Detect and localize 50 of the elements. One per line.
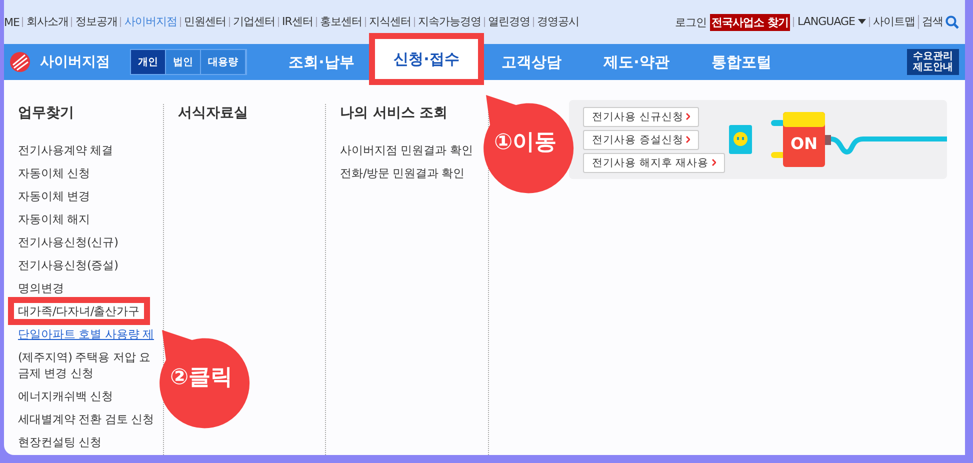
language-dropdown[interactable]: LANGUAGE [793, 17, 866, 27]
nav-tab[interactable]: 신청·접수 [374, 38, 479, 80]
plug-drawing: ON [771, 112, 947, 167]
logo-icon [8, 51, 32, 73]
top-link[interactable]: 사이트맵 [869, 17, 915, 27]
chevron-icon [712, 159, 716, 166]
menu-item[interactable]: 세대별계약 전환 검토 신청 [18, 411, 158, 427]
segment-tab[interactable]: 개인 [131, 50, 166, 74]
menu-item[interactable]: 전기사용신청(증설) [18, 257, 158, 273]
top-link[interactable]: 지속가능경영 [414, 17, 481, 27]
top-link[interactable]: 정보공개 [71, 17, 118, 27]
promo-button[interactable]: 전기사용 증설신청 [583, 130, 700, 150]
menu-item[interactable]: 단일아파트 호별 사용량 제 [18, 326, 158, 342]
menu-item[interactable]: (제주지역) 주택용 저압 요금제 변경 신청 [18, 349, 158, 381]
top-link[interactable]: 회사소개 [22, 17, 68, 27]
menu-item[interactable]: 전기사용신청(신규) [18, 234, 158, 250]
column-title: 나의 서비스 조회 [340, 104, 449, 122]
top-link[interactable]: 지식센터 [364, 17, 411, 27]
menu-item[interactable]: 자동이체 신청 [18, 165, 158, 181]
top-link[interactable]: IR센터 [278, 17, 313, 27]
socket-icon [729, 125, 752, 154]
menu-item[interactable]: 전기사용계약 체결 [18, 142, 158, 158]
segment-tab[interactable]: 법인 [166, 50, 201, 74]
guide-button[interactable]: 수요관리 제도안내 [907, 49, 959, 75]
top-link[interactable]: ME [4, 16, 20, 28]
column-title: 업무찾기 [18, 104, 75, 122]
office-finder-link[interactable]: 전국사업소 찾기 [710, 14, 790, 30]
promo-button[interactable]: 전기사용 신규신청 [583, 106, 700, 126]
promo-button[interactable]: 전기사용 해지후 재사용 [583, 152, 725, 172]
search-link[interactable]: 검색 [922, 17, 943, 27]
menu-item[interactable]: 에너지캐쉬백 신청 [18, 388, 158, 404]
menu-item[interactable]: 현장컨설팅 신청 [18, 434, 158, 450]
top-link[interactable]: 경영공시 [532, 17, 579, 27]
segment-tab[interactable]: 대용량 [201, 50, 246, 74]
chevron-icon [686, 113, 690, 120]
top-link[interactable]: 민원센터 [180, 17, 226, 27]
menu-item[interactable]: 명의변경 [18, 280, 158, 296]
top-link[interactable]: 홍보센터 [316, 17, 362, 27]
top-link[interactable]: 기업센터 [228, 17, 275, 27]
search-icon[interactable] [945, 15, 959, 29]
top-link[interactable]: 열린경영 [484, 17, 530, 27]
callout-label: ①이동 [494, 129, 557, 157]
chevron-icon [686, 136, 690, 143]
menu-item[interactable]: 사이버지점 민원결과 확인 [340, 142, 480, 158]
menu-item[interactable]: 자동이체 변경 [18, 188, 158, 204]
menu-item[interactable]: 전화/방문 민원결과 확인 [340, 165, 480, 181]
column-title: 서식자료실 [178, 104, 249, 122]
top-link[interactable]: 로그인 [675, 14, 707, 30]
callout-label: ②클릭 [170, 364, 233, 392]
menu-item[interactable]: 자동이체 해지 [18, 211, 158, 227]
